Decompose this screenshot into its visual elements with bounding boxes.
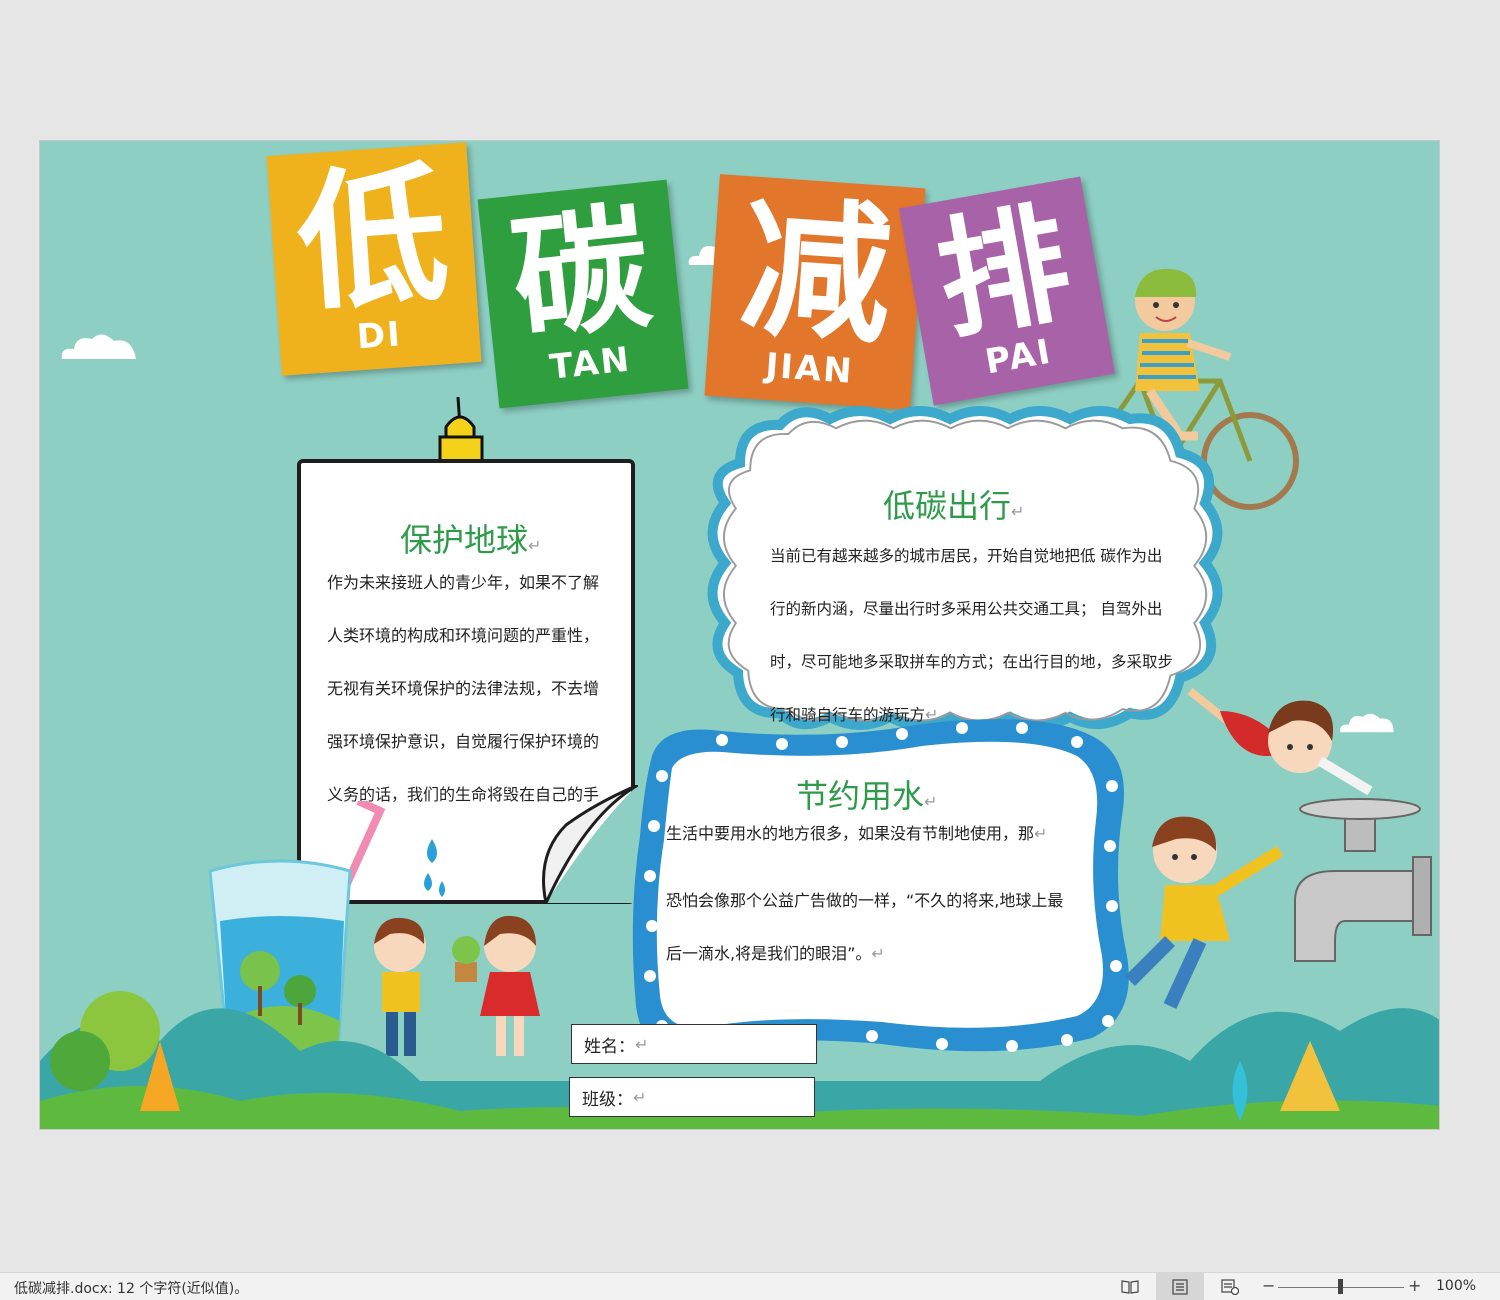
paragraph-mark: ↵ [1034, 824, 1048, 843]
protect-heading-text: 保护地球 [400, 521, 529, 559]
travel-line: 行的新内涵，尽量出行时多采用公共交通工具； 自驾外出 [770, 600, 1163, 618]
title-tile-di: 低 DI [266, 142, 482, 376]
web-layout-icon [1221, 1279, 1239, 1295]
travel-heading: 低碳出行↵ [883, 481, 1024, 527]
title-pinyin: DI [355, 314, 404, 358]
paragraph-mark: ↵ [924, 792, 938, 811]
protect-line: 无视有关环境保护的法律法规，不去增 [327, 679, 600, 698]
protect-heading: 保护地球↵ [400, 515, 541, 561]
zoom-level[interactable]: 100% [1436, 1278, 1476, 1294]
read-mode-button[interactable] [1110, 1273, 1150, 1300]
water-line: 恐怕会像那个公益广告做的一样，“不久的将来,地球上最 [666, 891, 1064, 910]
print-layout-button[interactable] [1156, 1273, 1204, 1300]
water-heading-text: 节约用水 [796, 777, 925, 815]
paragraph-mark: ↵ [528, 536, 542, 555]
zoom-slider-thumb[interactable] [1338, 1279, 1343, 1294]
document-page[interactable]: 低 DI 碳 TAN 减 JIAN 排 PAI 保护地球↵ 作为未来接班人的青少… [39, 140, 1440, 1130]
zoom-out-button[interactable]: − [1262, 1276, 1275, 1295]
paragraph-mark: ↵ [633, 1087, 647, 1107]
water-line: 生活中要用水的地方很多，如果没有节制地使用，那↵ [666, 820, 1047, 844]
travel-heading-text: 低碳出行 [883, 487, 1012, 525]
protect-line: 强环境保护意识，自觉履行保护环境的 [327, 732, 600, 751]
travel-line: 当前已有越来越多的城市居民，开始自觉地把低 碳作为出 [770, 547, 1163, 565]
water-line-text: 生活中要用水的地方很多，如果没有节制地使用，那 [666, 824, 1035, 843]
paragraph-mark: ↵ [635, 1034, 649, 1054]
class-field-label: 班级： [582, 1089, 633, 1110]
document-info: 低碳减排.docx: 12 个字符(近似值)。 [14, 1281, 249, 1297]
paragraph-mark: ↵ [1011, 502, 1025, 521]
protect-line: 作为未来接班人的青少年，如果不了解 [327, 573, 600, 592]
cloud-left [61, 334, 136, 359]
page-layout-icon [1172, 1279, 1188, 1295]
status-bar: 低碳减排.docx: 12 个字符(近似值)。 − + 100% [0, 1272, 1500, 1300]
book-icon [1121, 1280, 1139, 1294]
title-hanzi: 碳 [505, 189, 657, 361]
title-hanzi: 低 [291, 148, 454, 333]
travel-line: 时，尽可能地多采取拼车的方式；在出行目的地，多采取步 [770, 653, 1174, 671]
zoom-in-button[interactable]: + [1408, 1276, 1421, 1295]
title-tile-jian: 减 JIAN [704, 174, 926, 410]
title-tile-tan: 碳 TAN [477, 179, 689, 409]
class-field[interactable]: 班级： ↵ [569, 1077, 815, 1117]
protect-line: 人类环境的构成和环境问题的严重性， [327, 626, 600, 645]
title-pinyin: JIAN [764, 345, 855, 392]
name-field[interactable]: 姓名： ↵ [571, 1024, 817, 1064]
web-layout-button[interactable] [1210, 1273, 1250, 1300]
water-drops-icon [424, 839, 445, 897]
water-heading: 节约用水↵ [796, 771, 937, 817]
title-hanzi: 减 [735, 181, 898, 366]
travel-cloud-frame [707, 406, 1223, 730]
name-field-label: 姓名： [584, 1036, 635, 1057]
title-pinyin: TAN [547, 339, 633, 388]
